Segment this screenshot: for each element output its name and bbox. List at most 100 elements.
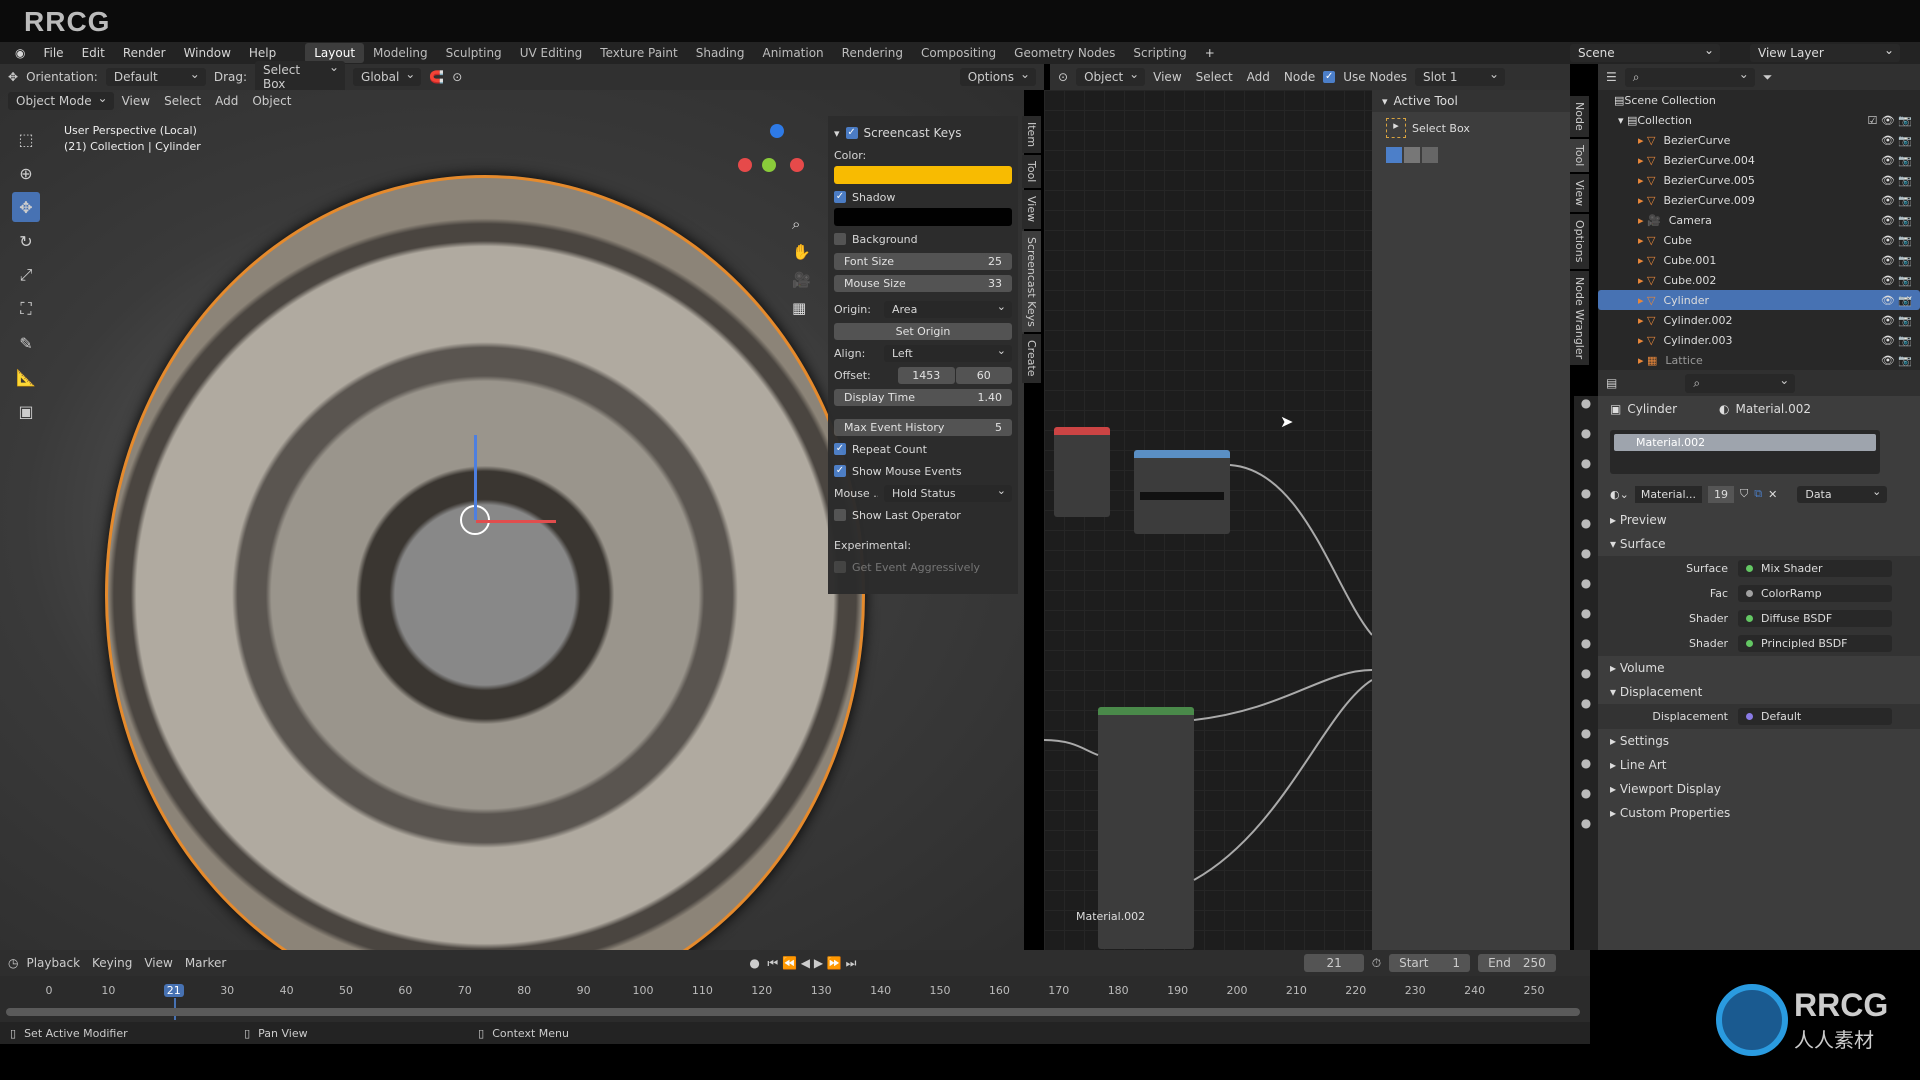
node-object-dropdown[interactable]: Object [1076,67,1146,86]
timeline-scrollbar[interactable] [6,1008,1580,1016]
menu-render[interactable]: Render [114,42,175,64]
mode-set-icon[interactable] [1386,147,1402,163]
viewport-menu-object[interactable]: Object [252,94,291,108]
scale-tool-icon[interactable]: ⤢ [12,260,40,290]
outliner-item[interactable]: ▸ ▽ Cube 👁 📷 [1598,230,1920,250]
socket-value-field[interactable]: Principled BSDF [1738,635,1892,652]
slot-dropdown[interactable]: Slot 1 [1415,67,1506,86]
scene-tab-icon[interactable]: ● [1574,516,1598,546]
tab-view[interactable]: View [1022,190,1041,229]
outliner-item[interactable]: ▸ ▽ Cube.002 👁 📷 [1598,270,1920,290]
visibility-icons[interactable]: 👁 📷 [1881,174,1912,187]
shader-node-canvas[interactable]: Material.002 ➤ [1044,90,1372,950]
shield-model[interactable] [105,175,865,950]
tab-node-wrangler[interactable]: Node Wrangler [1570,270,1589,365]
tab-sculpting[interactable]: Sculpting [437,43,511,63]
pan-hand-icon[interactable]: ✋ [792,238,811,266]
tab-node[interactable]: Node [1570,96,1589,137]
node-menu-node[interactable]: Node [1284,70,1315,84]
section-viewport-display[interactable]: ▸ Viewport Display [1598,777,1920,801]
viewport-menu-select[interactable]: Select [164,94,201,108]
particles-tab-icon[interactable]: ● [1574,666,1598,696]
section-displacement[interactable]: ▾ Displacement [1598,680,1920,704]
material-tab-icon[interactable]: ● [1574,786,1598,816]
outliner-item[interactable]: ▸ ▽ BezierCurve.005 👁 📷 [1598,170,1920,190]
tab-tool[interactable]: Tool [1022,155,1041,189]
constraints-tab-icon[interactable]: ● [1574,726,1598,756]
font-size-field[interactable]: Font Size 25 [834,252,1012,270]
tab-screencast-keys[interactable]: Screencast Keys [1022,230,1041,333]
visibility-icons[interactable]: 👁 📷 [1881,134,1912,147]
zoom-icon[interactable]: ⌕ [792,210,811,238]
get-event-aggressively-checkbox[interactable] [834,561,846,573]
blender-logo-icon[interactable]: ◉ [6,42,34,64]
section-preview[interactable]: ▸ Preview [1598,508,1920,532]
add-cube-tool-icon[interactable]: ▣ [12,396,40,426]
socket-value-field[interactable]: ColorRamp [1738,585,1892,602]
visibility-icons[interactable]: 👁 📷 [1881,254,1912,267]
socket-row[interactable]: Shader Diffuse BSDF [1598,606,1920,631]
transform-orientation-dropdown[interactable]: Global [353,67,422,86]
section-line-art[interactable]: ▸ Line Art [1598,753,1920,777]
color-swatch[interactable] [834,166,1012,184]
mouse-size-field[interactable]: Mouse Size 33 [834,274,1012,292]
scene-selector[interactable]: Scene [1570,43,1720,62]
texture-tab-icon[interactable]: ● [1574,816,1598,846]
socket-value-field[interactable]: Mix Shader [1738,560,1892,577]
viewport-menu-add[interactable]: Add [215,94,238,108]
drag-dropdown[interactable]: Select Box [255,60,346,93]
tab-geometry-nodes[interactable]: Geometry Nodes [1005,43,1124,63]
displacement-row[interactable]: Displacement Default [1598,704,1920,729]
tab-create[interactable]: Create [1022,334,1041,383]
mode-extend-icon[interactable] [1404,147,1420,163]
node-menu-add[interactable]: Add [1247,70,1270,84]
use-nodes-checkbox[interactable]: ✓ [1323,71,1336,83]
outliner-item[interactable]: ▸ ▽ BezierCurve 👁 📷 [1598,130,1920,150]
visibility-icons[interactable]: 👁 📷 [1881,314,1912,327]
tab-animation[interactable]: Animation [753,43,832,63]
options-dropdown[interactable]: Options [959,67,1036,86]
tab-tool[interactable]: Tool [1570,138,1589,173]
link-dropdown[interactable]: Data [1797,485,1888,503]
offset-x-field[interactable]: 1453 [898,366,955,384]
visibility-icons[interactable]: 👁 📷 [1881,214,1912,227]
origin-dropdown[interactable]: Area [884,300,1012,318]
outliner-item[interactable]: ▸ ▽ Cube.001 👁 📷 [1598,250,1920,270]
editor-type-icon[interactable]: ⊙ [1058,70,1068,84]
properties-search[interactable]: ⌕ [1685,373,1796,393]
background-checkbox[interactable] [834,233,846,245]
physics-tab-icon[interactable]: ● [1574,696,1598,726]
set-origin-button[interactable]: Set Origin [834,322,1012,340]
outliner-item[interactable]: ▸ ▽ Cylinder.002 👁 📷 [1598,310,1920,330]
visibility-icons[interactable]: 👁 📷 [1881,354,1912,367]
tab-scripting[interactable]: Scripting [1124,43,1195,63]
outliner-search[interactable]: ⌕ [1624,67,1755,87]
section-volume[interactable]: ▸ Volume [1598,656,1920,680]
max-event-history-field[interactable]: Max Event History 5 [834,418,1012,436]
rotate-tool-icon[interactable]: ↻ [12,226,40,256]
shadow-color-swatch[interactable] [834,208,1012,226]
collapse-icon[interactable]: ▾ [834,127,840,140]
camera-view-icon[interactable]: 🎥 [792,266,811,294]
offset-y-field[interactable]: 60 [955,366,1012,384]
show-mouse-events-checkbox[interactable]: ✓ [834,465,846,477]
visibility-icons[interactable]: 👁 📷 [1881,154,1912,167]
visibility-icons[interactable]: 👁 📷 [1881,294,1912,307]
tab-uv-editing[interactable]: UV Editing [511,43,592,63]
material-slot-item[interactable]: Material.002 [1614,434,1876,451]
tab-texture-paint[interactable]: Texture Paint [591,43,686,63]
transform-pivot-icon[interactable]: ✥ [8,70,18,84]
section-settings[interactable]: ▸ Settings [1598,729,1920,753]
socket-row[interactable]: Surface Mix Shader [1598,556,1920,581]
render-tab-icon[interactable]: ● [1574,426,1598,456]
fake-user-icon[interactable]: ⛉ [1740,487,1748,501]
tab-compositing[interactable]: Compositing [912,43,1005,63]
scene-collection-row[interactable]: ▤ Scene Collection [1598,90,1920,110]
unlink-icon[interactable]: ✕ [1768,488,1777,501]
visibility-icons[interactable]: ☑ 👁 📷 [1867,114,1912,127]
shadow-checkbox[interactable]: ✓ [834,191,846,203]
outliner-item[interactable]: ▸ ▽ Cylinder.003 👁 📷 [1598,330,1920,350]
annotate-tool-icon[interactable]: ✎ [12,328,40,358]
browse-material-icon[interactable]: ◐⌄ [1610,488,1629,501]
outliner-editor-icon[interactable]: ☰ [1606,70,1617,84]
